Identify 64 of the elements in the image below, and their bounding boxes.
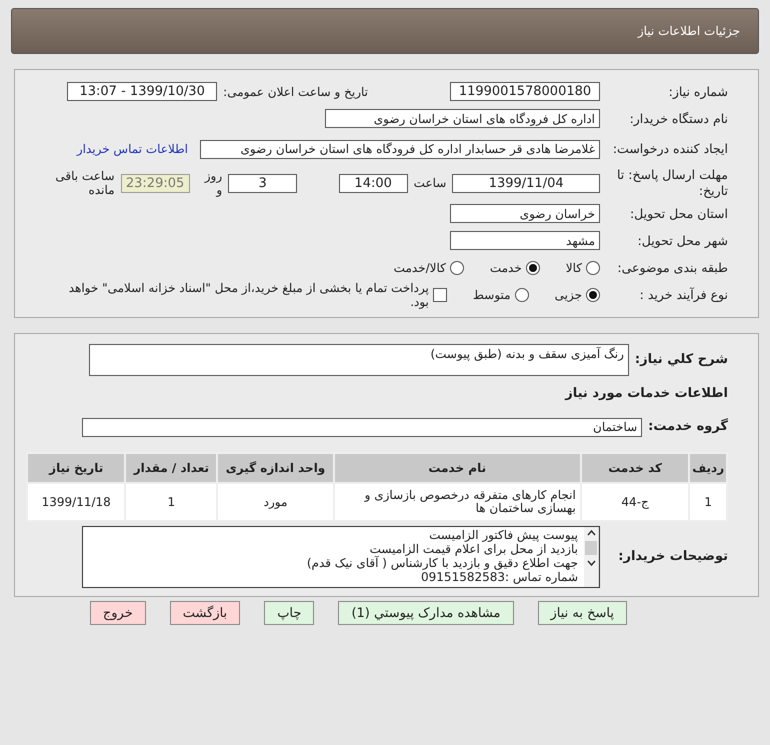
scrollbar[interactable] — [584, 527, 599, 587]
field-label: نوع فرآیند خرید : — [638, 287, 728, 303]
field-label: شهر محل تحویل: — [636, 232, 728, 248]
table-cell: انجام کارهای متفرقه درخصوص بازسازی و بهسازی ساختمان ها — [334, 483, 581, 521]
radio-button[interactable] — [586, 260, 600, 274]
action-button[interactable]: خروج — [90, 601, 146, 625]
field-label: نام دستگاه خریدار: — [628, 110, 728, 126]
field-label: ساعت باقی مانده — [54, 169, 115, 197]
notes-line: جهت اطلاع دقیق و بازدید با کارشناس ( آقای نیک قدم) — [306, 556, 578, 570]
service-group-field: ساختمان — [82, 418, 642, 436]
option-label: متوسط — [472, 288, 511, 302]
creator-field: غلامرضا هادی قر حسابدار اداره کل فرودگاه های استان خراسان رضوی — [200, 140, 600, 158]
field-label: مهلت ارسال پاسخ: تا تاریخ: — [616, 167, 728, 199]
field-label: توضیحات خریدار: — [617, 548, 728, 566]
notes-line: شماره تماس :09151582583 — [420, 570, 578, 584]
radio-button[interactable] — [450, 260, 464, 274]
option-label: کالا/خدمت — [394, 260, 446, 274]
announce-date-field: 1399/10/30 - 13:07 — [67, 82, 218, 101]
action-button[interactable]: چاپ — [264, 601, 314, 625]
field-label: گروه خدمت: — [648, 418, 728, 436]
field-label: تاریخ و ساعت اعلان عمومی: — [223, 84, 368, 98]
field-label: شماره نیاز: — [668, 84, 728, 100]
radio-button[interactable] — [514, 288, 529, 302]
column-header: تاریخ نیاز — [27, 453, 126, 483]
field-label: روز و — [203, 169, 222, 197]
buyer-field: اداره کل فرودگاه های استان خراسان رضوی — [325, 109, 600, 128]
field-label: استان محل تحویل: — [628, 206, 728, 222]
column-header: کد خدمت — [580, 453, 690, 483]
column-header: نام خدمت — [334, 453, 581, 483]
need-number-field: 1199001578000180 — [450, 82, 600, 101]
province-field: خراسان رضوی — [450, 204, 600, 223]
column-header: تعداد / مقدار — [125, 453, 218, 483]
option-label: کالا — [566, 260, 582, 274]
field-label: شرح کلي نياز: — [634, 352, 728, 368]
notes-line: پیوست پیش فاکتور الزامیست — [428, 528, 578, 542]
field-label: ساعت — [414, 176, 446, 190]
remaining-time-field: 23:29:05 — [120, 174, 190, 192]
section-heading: اطلاعات خدمات مورد نیاز — [565, 386, 728, 400]
table-cell: 1399/11/18 — [27, 483, 126, 521]
city-field: مشهد — [450, 231, 600, 250]
notes-line: بازدید از محل برای اعلام قیمت الزامیست — [370, 542, 578, 556]
table-cell: 1 — [689, 483, 727, 521]
action-button[interactable]: پاسخ به نیاز — [538, 601, 627, 625]
contact-link[interactable]: اطلاعات تماس خریدار — [76, 142, 188, 156]
deadline-date-field: 1399/11/04 — [452, 174, 600, 192]
page-title: جزئیات اطلاعات نیاز — [638, 24, 740, 38]
action-button[interactable]: مشاهده مدارک پیوستي (1) — [338, 601, 514, 625]
checkbox[interactable] — [432, 288, 447, 302]
action-button[interactable]: بازگشت — [170, 601, 240, 625]
table-cell: ج-44 — [580, 483, 690, 521]
days-field: 3 — [228, 174, 298, 192]
radio-button[interactable] — [586, 288, 600, 302]
radio-button[interactable] — [526, 260, 540, 274]
table-cell: مورد — [217, 483, 334, 521]
field-label: ایجاد کننده درخواست: — [612, 141, 728, 157]
summary-field: رنگ آمیزی سقف و بدنه (طبق پیوست) — [88, 344, 629, 376]
option-label: خدمت — [490, 260, 522, 274]
table-cell: 1 — [125, 483, 218, 521]
column-header: واحد اندازه گیری — [217, 453, 334, 483]
option-label: جزیی — [554, 288, 582, 302]
deadline-time-field: 14:00 — [338, 174, 408, 192]
option-label: پرداخت تمام یا بخشی از مبلغ خرید،از محل "اسناد خزانه اسلامی" خواهد بود. — [68, 281, 429, 309]
field-label: طبقه بندی موضوعی: — [616, 260, 728, 276]
column-header: ردیف — [689, 453, 727, 483]
